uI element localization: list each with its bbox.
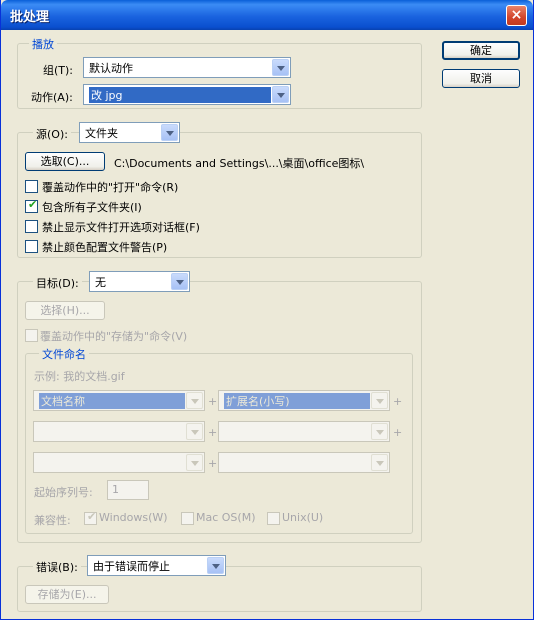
suppress-color-warning-label[interactable]: 禁止颜色配置文件警告(P) xyxy=(42,239,167,255)
suppress-open-options-checkbox[interactable] xyxy=(25,220,38,233)
choose-source-label: 选取(C)... xyxy=(40,155,90,168)
naming-example: 示例: 我的文档.gif xyxy=(34,370,125,383)
name-slot-4[interactable] xyxy=(218,421,390,442)
target-label: 目标(D): xyxy=(33,275,82,291)
close-icon: × xyxy=(510,7,523,23)
plus-sign: + xyxy=(208,395,218,408)
choose-source-button[interactable]: 选取(C)... xyxy=(25,152,105,171)
errors-select[interactable]: 由于错误而停止 xyxy=(87,555,226,576)
group-label: 组(T): xyxy=(43,64,74,77)
chevron-down-icon[interactable] xyxy=(371,423,388,440)
name-slot-3[interactable] xyxy=(33,421,205,442)
name-slot-2[interactable]: 扩展名(小写) xyxy=(218,390,390,411)
check-icon: ✔ xyxy=(87,510,97,523)
chevron-down-icon[interactable] xyxy=(272,59,289,76)
compat-unix-checkbox[interactable] xyxy=(267,512,280,525)
group-select-value: 默认动作 xyxy=(89,62,133,75)
batch-dialog: 批处理 × 确定 取消 播放 组(T): 默认动作 动作(A): 改 jpg 源… xyxy=(0,0,534,620)
include-subfolders-checkbox[interactable]: ✔ xyxy=(25,198,38,213)
plus-sign: + xyxy=(208,457,218,470)
ok-button[interactable]: 确定 xyxy=(442,41,520,60)
source-select-value: 文件夹 xyxy=(85,127,118,140)
cancel-button[interactable]: 取消 xyxy=(442,69,520,88)
file-naming-legend: 文件命名 xyxy=(39,346,89,362)
name-slot-6[interactable] xyxy=(218,452,390,473)
window-title: 批处理 xyxy=(10,10,50,25)
serial-label: 起始序列号: xyxy=(34,486,93,499)
include-subfolders-label[interactable]: 包含所有子文件夹(I) xyxy=(42,199,142,215)
serial-value: 1 xyxy=(112,483,119,496)
compat-unix-label[interactable]: Unix(U) xyxy=(282,511,323,524)
title-bar[interactable]: 批处理 × xyxy=(1,0,533,30)
errors-label: 错误(B): xyxy=(33,559,81,575)
compat-windows-checkbox[interactable]: ✔ xyxy=(84,510,97,525)
override-save-label[interactable]: 覆盖动作中的"存储为"命令(V) xyxy=(40,328,187,344)
save-as-label: 存储为(E)... xyxy=(37,588,97,601)
action-select-value: 改 jpg xyxy=(89,87,271,103)
override-open-label[interactable]: 覆盖动作中的"打开"命令(R) xyxy=(42,179,178,195)
source-select[interactable]: 文件夹 xyxy=(79,122,180,143)
suppress-color-warning-checkbox[interactable] xyxy=(25,240,38,253)
name-slot-5[interactable] xyxy=(33,452,205,473)
source-label: 源(O): xyxy=(33,126,71,142)
source-path: C:\Documents and Settings\...\桌面\office图… xyxy=(114,157,365,170)
save-as-button[interactable]: 存储为(E)... xyxy=(25,585,109,604)
action-label: 动作(A): xyxy=(31,91,73,104)
action-select[interactable]: 改 jpg xyxy=(83,84,291,105)
close-button[interactable]: × xyxy=(506,5,527,26)
name-slot-1-value: 文档名称 xyxy=(39,393,185,409)
plus-sign: + xyxy=(393,395,403,408)
plus-sign: + xyxy=(208,426,218,439)
override-open-checkbox[interactable] xyxy=(25,180,38,193)
compat-windows-label[interactable]: Windows(W) xyxy=(99,511,168,524)
compat-label: 兼容性: xyxy=(34,514,71,527)
name-slot-1[interactable]: 文档名称 xyxy=(33,390,205,411)
chevron-down-icon[interactable] xyxy=(371,454,388,471)
errors-select-value: 由于错误而停止 xyxy=(93,560,170,573)
target-select[interactable]: 无 xyxy=(89,271,190,292)
name-slot-2-value: 扩展名(小写) xyxy=(224,393,370,409)
chevron-down-icon[interactable] xyxy=(186,392,203,409)
chevron-down-icon[interactable] xyxy=(371,392,388,409)
group-select[interactable]: 默认动作 xyxy=(83,57,291,78)
choose-target-label: 选择(H)... xyxy=(40,304,90,317)
chevron-down-icon[interactable] xyxy=(171,273,188,290)
suppress-open-options-label[interactable]: 禁止显示文件打开选项对话框(F) xyxy=(42,219,200,235)
chevron-down-icon[interactable] xyxy=(272,86,289,103)
chevron-down-icon[interactable] xyxy=(186,454,203,471)
check-icon: ✔ xyxy=(28,198,38,211)
ok-button-label: 确定 xyxy=(470,44,492,57)
chevron-down-icon[interactable] xyxy=(161,124,178,141)
plus-sign: + xyxy=(393,426,403,439)
cancel-button-label: 取消 xyxy=(470,72,492,85)
target-select-value: 无 xyxy=(95,276,106,289)
compat-macos-checkbox[interactable] xyxy=(181,512,194,525)
choose-target-button[interactable]: 选择(H)... xyxy=(25,301,105,320)
compat-macos-label[interactable]: Mac OS(M) xyxy=(196,511,256,524)
chevron-down-icon[interactable] xyxy=(186,423,203,440)
chevron-down-icon[interactable] xyxy=(207,557,224,574)
override-save-checkbox[interactable] xyxy=(25,329,38,342)
serial-input[interactable]: 1 xyxy=(107,480,149,500)
play-legend: 播放 xyxy=(29,36,57,52)
